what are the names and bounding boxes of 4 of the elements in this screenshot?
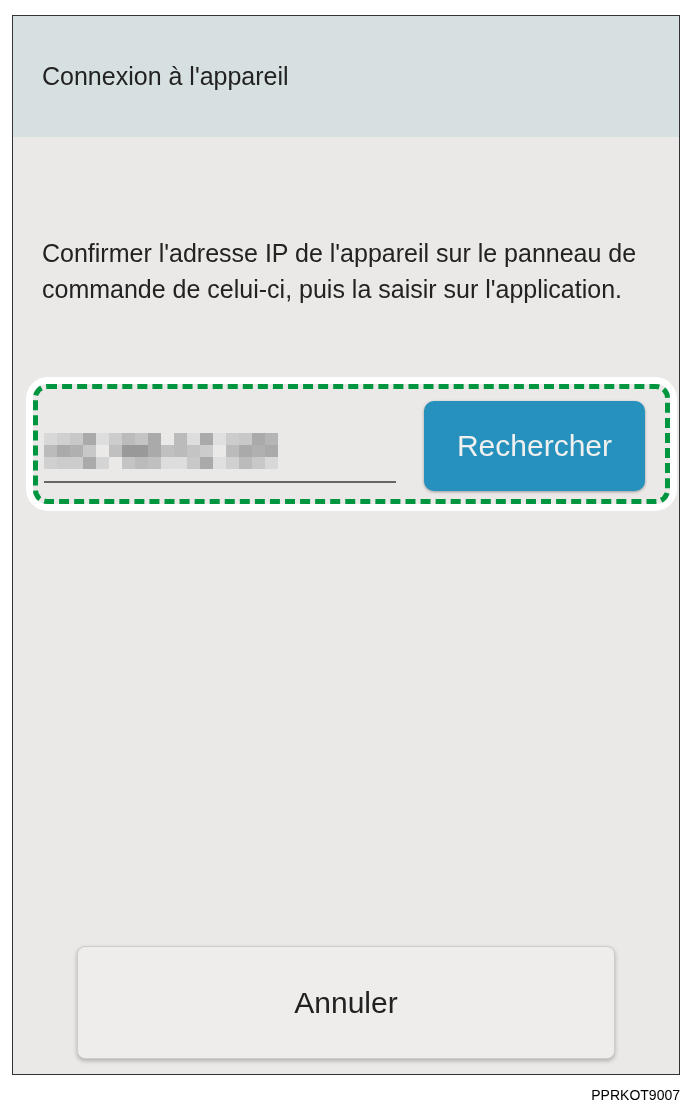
figure-code: PPRKOT9007 [591,1087,680,1103]
screen-title: Connexion à l'appareil [42,62,289,91]
cancel-button[interactable]: Annuler [77,946,615,1059]
instruction-text: Confirmer l'adresse IP de l'appareil sur le panneau de commande de celui-ci, puis la saisir sur l'application. [42,238,638,305]
